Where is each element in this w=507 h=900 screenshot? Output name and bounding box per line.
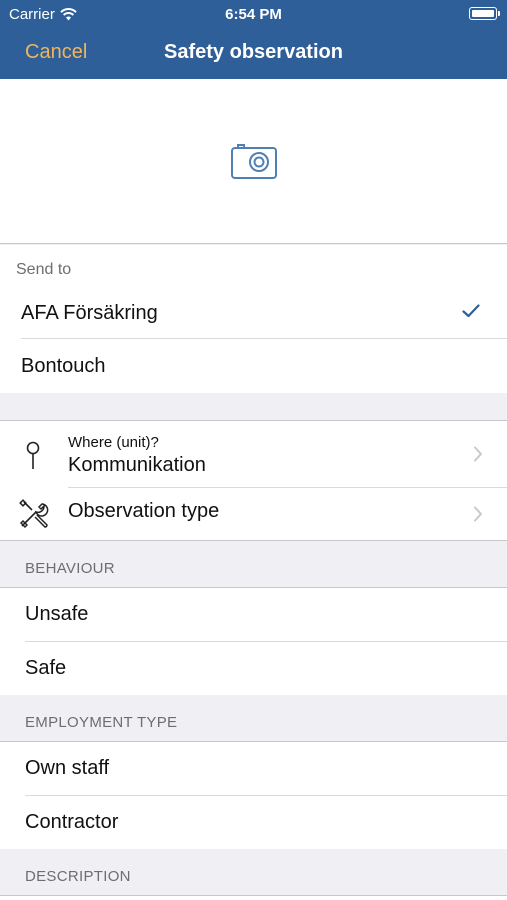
page-title: Safety observation (164, 41, 343, 63)
option-label: Safe (25, 657, 67, 679)
option-contractor[interactable]: Contractor (0, 796, 507, 850)
chevron-right-icon (474, 506, 482, 522)
clock: 6:54 PM (225, 6, 282, 23)
details-section: Where (unit)? Kommunikation Observation … (0, 420, 507, 541)
option-own-staff[interactable]: Own staff (0, 742, 507, 796)
send-to-section: Send to AFA Försäkring Bontouch (0, 245, 507, 393)
where-row[interactable]: Where (unit)? Kommunikation (0, 421, 507, 487)
section-header-behaviour: BEHAVIOUR (0, 541, 507, 587)
send-to-item-afa[interactable]: AFA Försäkring (0, 285, 507, 339)
option-label: Own staff (25, 757, 110, 779)
checkmark-icon (462, 304, 480, 318)
employment-type-group: Own staff Contractor (0, 741, 507, 850)
photo-area[interactable] (0, 79, 507, 244)
observation-type-label: Observation type (68, 500, 220, 522)
chevron-right-icon (474, 446, 482, 462)
behaviour-group: Unsafe Safe (0, 587, 507, 696)
section-header-label: DESCRIPTION (25, 868, 131, 885)
where-value: Kommunikation (68, 454, 206, 476)
section-header-label: EMPLOYMENT TYPE (25, 714, 178, 731)
option-safe[interactable]: Safe (0, 642, 507, 696)
observation-type-row[interactable]: Observation type (0, 488, 507, 542)
option-unsafe[interactable]: Unsafe (0, 588, 507, 642)
send-to-label: Send to (16, 261, 72, 278)
battery-icon (469, 7, 500, 20)
section-header-label: BEHAVIOUR (25, 560, 115, 577)
send-to-item-label: AFA Försäkring (21, 302, 158, 324)
where-label: Where (unit)? (68, 434, 159, 451)
send-to-item-label: Bontouch (21, 355, 106, 377)
section-header-employment-type: EMPLOYMENT TYPE (0, 695, 507, 741)
option-label: Contractor (25, 811, 119, 833)
section-header-description: DESCRIPTION (0, 849, 507, 895)
navigation-bar: Cancel Safety observation (0, 28, 507, 79)
camera-icon[interactable] (230, 142, 278, 180)
status-bar: Carrier 6:54 PM (0, 0, 507, 28)
send-to-item-bontouch[interactable]: Bontouch (0, 339, 507, 393)
option-label: Unsafe (25, 603, 89, 625)
description-field-top[interactable] (0, 895, 507, 900)
